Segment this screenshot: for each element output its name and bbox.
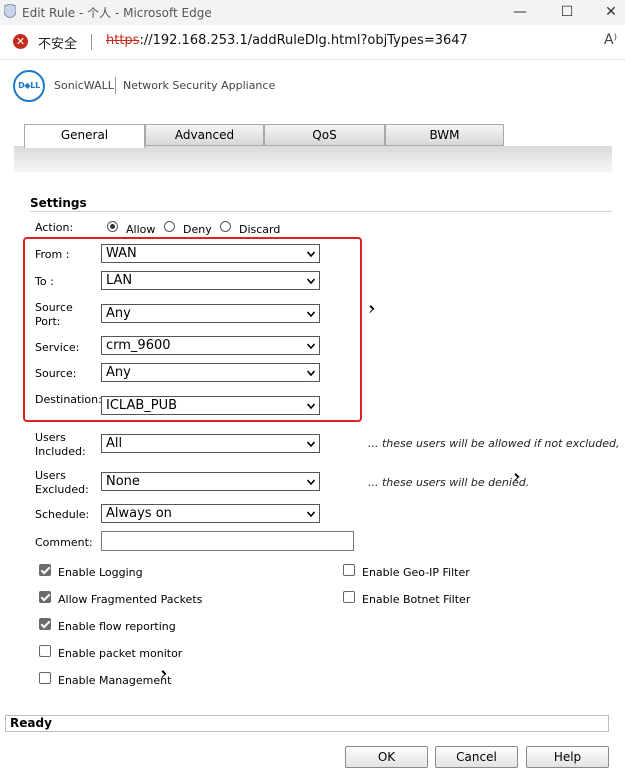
settings-heading: Settings [30, 196, 87, 210]
users-excluded-hint: ... these users will be denied. [368, 476, 530, 489]
enable-management-checkbox[interactable] [39, 672, 51, 684]
action-discard-radio[interactable] [220, 221, 231, 232]
enable-logging-checkbox[interactable] [39, 564, 51, 576]
users-excluded-select[interactable]: None [101, 472, 320, 491]
address-bar: ✕ 不安全 https://192.168.253.1/addRuleDlg.h… [0, 25, 625, 60]
dell-logo: D◆LL [13, 70, 45, 102]
enable-logging-label[interactable]: Enable Logging [58, 565, 143, 580]
enable-packet-monitor-label[interactable]: Enable packet monitor [58, 646, 182, 661]
ok-button[interactable]: OK [345, 746, 428, 768]
tab-band [14, 146, 612, 172]
users-excluded-value: None [106, 474, 140, 489]
enable-management-label[interactable]: Enable Management [58, 673, 171, 688]
tab-advanced[interactable]: Advanced [145, 124, 264, 146]
enable-geoip-checkbox[interactable] [343, 564, 355, 576]
close-button[interactable]: ✕ [588, 0, 625, 25]
action-allow-radio[interactable] [107, 221, 118, 232]
allow-fragmented-label[interactable]: Allow Fragmented Packets [58, 592, 202, 607]
url-path: ://192.168.253.1/addRuleDlg.html?objType… [139, 33, 468, 48]
product-name: SonicWALL [54, 79, 114, 92]
product-subtitle: Network Security Appliance [123, 79, 276, 92]
enable-flow-reporting-label[interactable]: Enable flow reporting [58, 619, 176, 634]
users-included-label-line1: Users [35, 431, 66, 444]
security-status-label[interactable]: 不安全 [38, 33, 77, 52]
minimize-button[interactable]: — [497, 0, 543, 25]
red-highlight-box [23, 237, 362, 422]
action-discard-label[interactable]: Discard [239, 222, 280, 237]
tab-general[interactable]: General [24, 124, 145, 148]
edge-shield-icon [4, 4, 16, 18]
help-button[interactable]: Help [526, 746, 609, 768]
settings-divider [30, 211, 612, 212]
allow-fragmented-checkbox[interactable] [39, 591, 51, 603]
enable-packet-monitor-checkbox[interactable] [39, 645, 51, 657]
chevron-down-icon [307, 511, 315, 518]
maximize-button[interactable]: ☐ [544, 0, 590, 25]
chevron-down-icon [307, 479, 315, 486]
enable-flow-reporting-checkbox[interactable] [39, 618, 51, 630]
users-included-hint: ... these users will be allowed if not e… [368, 437, 620, 450]
users-excluded-label-line1: Users [35, 469, 66, 482]
tab-qos[interactable]: QoS [264, 124, 385, 146]
users-included-select[interactable]: All [101, 434, 320, 453]
comment-input[interactable] [101, 531, 354, 551]
enable-botnet-label[interactable]: Enable Botnet Filter [362, 592, 470, 607]
action-allow-label[interactable]: Allow [126, 222, 155, 237]
action-label: Action: [35, 221, 74, 234]
status-bar: Ready [5, 715, 609, 732]
url-scheme: https [106, 33, 140, 48]
window-title: Edit Rule - 个人 - Microsoft Edge [22, 6, 212, 20]
users-included-value: All [106, 436, 123, 451]
read-aloud-icon[interactable]: A⁾ [604, 32, 617, 48]
address-separator [91, 34, 92, 50]
users-excluded-label-line2: Excluded: [35, 483, 89, 496]
chevron-down-icon [307, 441, 315, 448]
action-deny-label[interactable]: Deny [183, 222, 212, 237]
window-titlebar: Edit Rule - 个人 - Microsoft Edge — ☐ ✕ [0, 0, 625, 25]
enable-botnet-checkbox[interactable] [343, 591, 355, 603]
tab-bwm[interactable]: BWM [385, 124, 504, 146]
action-deny-radio[interactable] [164, 221, 175, 232]
tooltip-tick-icon [366, 305, 375, 313]
insecure-warning-icon[interactable]: ✕ [13, 34, 28, 49]
schedule-select[interactable]: Always on [101, 504, 320, 523]
schedule-value: Always on [106, 506, 172, 521]
enable-geoip-label[interactable]: Enable Geo-IP Filter [362, 565, 470, 580]
url-field[interactable]: https://192.168.253.1/addRuleDlg.html?ob… [106, 33, 468, 48]
brand-separator [115, 77, 116, 94]
cancel-button[interactable]: Cancel [435, 746, 518, 768]
schedule-label: Schedule: [35, 508, 90, 521]
users-included-label-line2: Included: [35, 445, 86, 458]
comment-label: Comment: [35, 536, 93, 549]
